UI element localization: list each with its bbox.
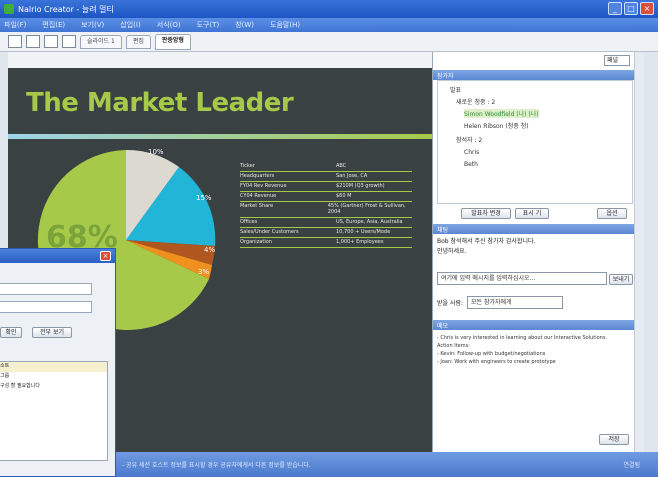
menu-format[interactable]: 서식(O) — [157, 20, 181, 30]
to-label: 받을 사람: — [437, 300, 464, 307]
table-row: Headquarters San Jose, CA — [240, 172, 412, 182]
menu-window[interactable]: 창(W) — [235, 20, 254, 30]
menu-help[interactable]: 도움말(H) — [270, 20, 300, 30]
dialog-close-button[interactable]: × — [100, 251, 111, 261]
participant-row[interactable]: Helen Ribson (청중 청) — [464, 121, 529, 130]
table-row: Market Share 45% (Gartner) Frost & Sulliv… — [240, 202, 412, 218]
participants-header: 참가자 — [433, 70, 635, 80]
pie-label-3: 3% — [198, 268, 210, 276]
title-divider — [8, 134, 432, 139]
menu-tools[interactable]: 도구(T) — [197, 20, 220, 30]
menu-bar: 파일(F) 편집(E) 보기(V) 삽입(I) 서식(O) 도구(T) 창(W)… — [0, 18, 658, 32]
list-item[interactable]: 소트 — [0, 362, 107, 372]
menu-file[interactable]: 파일(F) — [4, 20, 26, 30]
table-row: Sales/Under Customers 10,700 + Users/Mode — [240, 228, 412, 238]
floating-dialog: × 확인 전부 보기 소트 그룹 구성 할 필요합니다 — [0, 248, 116, 477]
company-data-table: Ticker ABC Headquarters San Jose, CA FY04 … — [240, 162, 412, 248]
panel-dropdown[interactable]: 패널 — [604, 55, 630, 66]
chat-input[interactable]: 여기에 입력 메시지를 입력하십시오... — [437, 272, 607, 285]
dialog-titlebar: × — [0, 249, 115, 263]
participant-row[interactable]: 참석자 : 2 — [456, 135, 482, 144]
window-titlebar: Nalrio Creator - 늘려 멀티 _ □ × — [0, 0, 658, 18]
recipient-select[interactable]: 모든 참가자에게 — [467, 296, 563, 309]
options-dropdown[interactable]: 옵션 — [597, 208, 627, 219]
maximize-button[interactable]: □ — [624, 2, 638, 15]
save-icon[interactable] — [44, 35, 58, 48]
participant-row[interactable]: Simon Woodfield (나) (나) — [464, 109, 539, 118]
dialog-view-all-button[interactable]: 전부 보기 — [32, 327, 72, 338]
menu-insert[interactable]: 삽입(I) — [120, 20, 140, 30]
show-button[interactable]: 표시 기 — [515, 208, 549, 219]
menu-view[interactable]: 보기(V) — [81, 20, 104, 30]
menu-edit[interactable]: 편집(E) — [42, 20, 65, 30]
new-icon[interactable] — [8, 35, 22, 48]
side-panel: 패널 참가자 발표 새로운 청중 : 2 Simon Woodfield (나)… — [432, 52, 644, 452]
notes-header: 메모 — [433, 320, 635, 330]
table-row: Ticker ABC — [240, 162, 412, 172]
pie-label-15: 15% — [196, 194, 212, 202]
chat-header: 채팅 — [433, 224, 635, 234]
send-button[interactable]: 보내기 — [609, 274, 633, 285]
panel-scrollbar[interactable] — [634, 52, 644, 452]
table-row: Organization 1,000+ Employees — [240, 238, 412, 248]
dialog-list[interactable]: 소트 그룹 구성 할 필요합니다 — [0, 361, 108, 461]
table-row: CY04 Revenue $60 M — [240, 192, 412, 202]
window-title: Nalrio Creator - 늘려 멀티 — [18, 4, 114, 14]
participant-row[interactable]: Beth — [464, 161, 478, 168]
table-row: FY04 Rev Revenue $210M (Q3 growth) — [240, 182, 412, 192]
chat-line: Bob 참석해서 주신 참가자 감사합니다. — [437, 238, 536, 245]
tab-presentation[interactable]: 판중앙형 — [154, 33, 191, 50]
layout-icon[interactable] — [62, 35, 76, 48]
save-notes-button[interactable]: 저장 — [599, 434, 629, 445]
pie-label-4: 4% — [204, 246, 216, 254]
minimize-button[interactable]: _ — [608, 2, 622, 15]
toolbar: 슬라이드 1 편집 판중앙형 — [0, 32, 658, 52]
table-row: Offices US, Europe, Asia, Australia — [240, 218, 412, 228]
participant-row[interactable]: 새로운 청중 : 2 — [456, 97, 495, 106]
tab-edit[interactable]: 편집 — [125, 34, 151, 49]
participant-row[interactable]: 발표 — [450, 85, 461, 94]
notes-text[interactable]: - Chris is very interested in learning a… — [437, 334, 631, 366]
participants-list: 발표 새로운 청중 : 2 Simon Woodfield (나) (나) He… — [437, 80, 633, 204]
connection-status: 연결됨 — [623, 462, 640, 469]
close-button[interactable]: × — [640, 2, 654, 15]
window-controls: _ □ × — [608, 2, 654, 15]
list-item[interactable]: 그룹 — [0, 372, 107, 382]
open-icon[interactable] — [26, 35, 40, 48]
list-item[interactable]: 구성 할 필요합니다 — [0, 382, 107, 392]
pie-label-10: 10% — [148, 148, 164, 156]
change-presenter-button[interactable]: 발표자 변경 — [461, 208, 511, 219]
chat-line: 안녕하세요. — [437, 248, 467, 255]
tab-slide[interactable]: 슬라이드 1 — [80, 34, 122, 49]
slide-title: The Market Leader — [26, 88, 294, 118]
status-text: - 공유 세션 호스트 정보를 표시할 경우 공유자에게서 다른 정보를 받습니… — [122, 462, 311, 469]
app-icon — [4, 4, 14, 14]
dialog-ok-button[interactable]: 확인 — [0, 327, 22, 338]
participant-row[interactable]: Chris — [464, 149, 479, 156]
dialog-field[interactable] — [0, 283, 92, 295]
dialog-field[interactable] — [0, 301, 92, 313]
